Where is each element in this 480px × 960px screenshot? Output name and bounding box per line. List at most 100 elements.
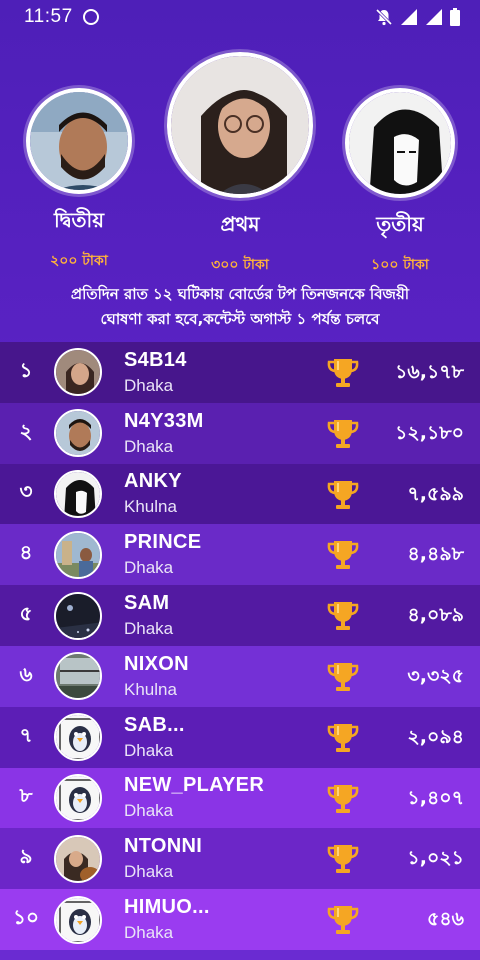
player-avatar[interactable] [54,530,102,579]
rank-number: ৭ [19,722,33,747]
rank-title-first: প্রথম [220,212,260,236]
player-score: ৩,৩২৫ [407,664,464,687]
player-city: Khulna [124,497,177,517]
player-name: N4Y33M [124,409,204,432]
player-avatar[interactable] [54,895,102,944]
player-name: S4B14 [124,348,187,371]
leaderboard: ১ S4B14 Dhaka ১৬,১৭৮ ২ N4Y33M Dhaka ১২,১… [0,342,480,950]
player-avatar[interactable] [54,409,102,458]
player-city: Dhaka [124,558,174,578]
winner-second[interactable]: দ্বিতীয় ২০০ টাকা [24,88,134,273]
player-score: ৪,৪৯৮ [407,543,464,566]
player-score: ৭,৫৯৯ [407,482,464,505]
player-score: ১৬,১৭৮ [395,361,464,383]
avatar[interactable] [26,88,132,194]
player-name: HIMUO... [124,896,210,919]
player-name: NEW_PLAYER [124,774,265,797]
trophy-icon [327,662,359,691]
leaderboard-row-8[interactable]: ৮ NEW_PLAYER Dhaka ১,৪০৭ [0,767,480,829]
signal-icon [401,9,417,25]
player-name: PRINCE [124,531,202,554]
rank-number: ৬ [19,661,33,686]
avatar[interactable] [167,52,313,198]
battery-icon [450,8,460,26]
leaderboard-row-7[interactable]: ৭ SAB... Dhaka ২,০৯৪ [0,706,480,768]
player-info: S4B14 Dhaka [124,349,314,396]
player-name: NTONNI [124,835,203,858]
rank-number: ১০ [13,905,39,930]
rank-number: ৪ [19,540,33,565]
player-score: ২,০৯৪ [407,725,464,748]
player-info: NTONNI Dhaka [124,835,314,882]
player-info: NEW_PLAYER Dhaka [124,774,314,821]
player-info: HIMUO... Dhaka [124,896,314,943]
leaderboard-row-6[interactable]: ৬ NIXON Khulna ৩,৩২৫ [0,645,480,707]
trophy-icon [327,541,359,570]
contest-notice: প্রতিদিন রাত ১২ ঘটিকায় বোর্ডের টপ তিনজন… [10,282,470,332]
trophy-icon [327,602,359,631]
winner-first[interactable]: প্রথম ৩০০ টাকা [165,52,315,277]
leaderboard-row-1[interactable]: ১ S4B14 Dhaka ১৬,১৭৮ [0,342,480,403]
trophy-icon [327,359,359,387]
trophy-icon [327,845,359,874]
player-info: SAM Dhaka [124,592,314,639]
player-info: NIXON Khulna [124,653,314,700]
rank-title-third: তৃতীয় [376,212,424,236]
player-avatar[interactable] [54,713,102,762]
rank-number: ৯ [19,844,33,869]
podium: দ্বিতীয় ২০০ টাকা প্রথম ৩০০ টাকা তৃতীয় … [0,50,480,273]
player-name: NIXON [124,652,189,675]
prize-first: ৩০০ টাকা [211,257,269,273]
leaderboard-row-2[interactable]: ২ N4Y33M Dhaka ১২,১৮০ [0,402,480,464]
player-score: ৪,০৮৯ [407,604,464,627]
player-city: Dhaka [124,862,174,882]
player-score: ১,৪০৭ [407,786,464,809]
player-avatar[interactable] [54,469,102,518]
player-city: Dhaka [124,923,174,943]
leaderboard-row-9[interactable]: ৯ NTONNI Dhaka ১,০২১ [0,828,480,890]
signal-secondary-icon [426,9,442,25]
player-score: ৫৪৬ [426,908,464,931]
winner-third[interactable]: তৃতীয় ১০০ টাকা [343,88,457,277]
leaderboard-row-4[interactable]: ৪ PRINCE Dhaka ৪,৪৯৮ [0,524,480,586]
rank-number: ৮ [19,783,33,808]
player-avatar[interactable] [54,834,102,883]
rank-number: ১ [19,357,33,382]
trophy-icon [327,480,359,509]
leaderboard-row-10[interactable]: ১০ HIMUO... Dhaka ৫৪৬ [0,889,480,950]
player-info: N4Y33M Dhaka [124,410,314,457]
notifications-off-icon [375,8,393,26]
player-avatar[interactable] [54,591,102,640]
player-info: SAB... Dhaka [124,714,314,761]
status-bar: 11:57 [0,0,480,34]
trophy-icon [327,419,359,448]
player-avatar[interactable] [54,773,102,822]
player-avatar[interactable] [54,652,102,701]
rank-number: ২ [19,418,33,443]
player-city: Dhaka [124,619,174,639]
player-name: SAM [124,592,170,615]
player-city: Dhaka [124,375,174,395]
player-score: ১,০২১ [407,847,464,870]
player-score: ১২,১৮০ [395,421,464,444]
avatar[interactable] [345,88,455,198]
player-city: Khulna [124,679,177,699]
player-info: PRINCE Dhaka [124,531,314,578]
player-info: ANKY Khulna [124,470,314,517]
rank-number: ৩ [19,479,33,504]
leaderboard-row-5[interactable]: ৫ SAM Dhaka ৪,০৮৯ [0,585,480,646]
player-avatar[interactable] [54,348,102,397]
status-icons [375,8,460,26]
notice-line-2: ঘোষণা করা হবে,কন্টেস্ট অগাস্ট ১ পর্যন্ত … [100,310,380,328]
rank-number: ৫ [19,601,33,626]
prize-third: ১০০ টাকা [371,257,429,273]
player-city: Dhaka [124,740,174,760]
player-name: ANKY [124,470,182,493]
trophy-icon [327,723,359,752]
trophy-icon [327,784,359,813]
player-name: SAB... [124,713,185,736]
player-city: Dhaka [124,436,174,456]
player-city: Dhaka [124,801,174,821]
leaderboard-row-3[interactable]: ৩ ANKY Khulna ৭,৫৯৯ [0,463,480,525]
trophy-icon [327,906,359,935]
